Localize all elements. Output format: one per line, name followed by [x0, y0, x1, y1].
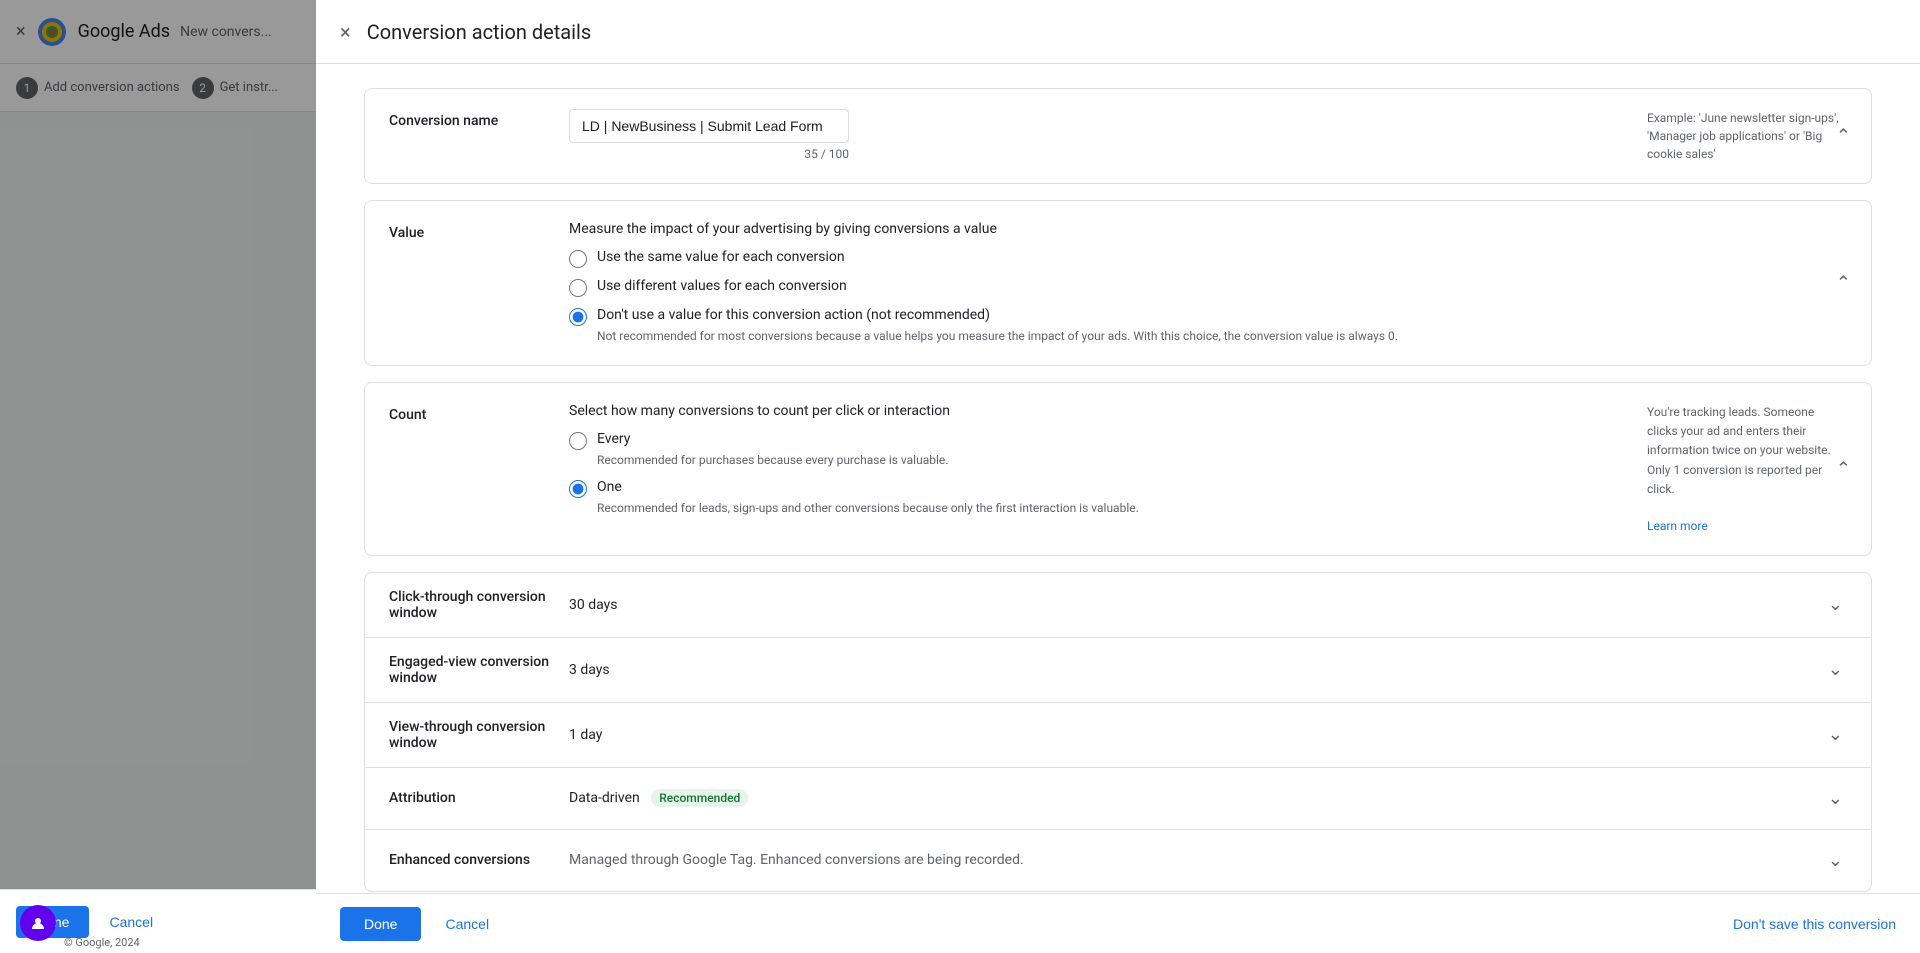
enhanced-conversions-value: Managed through Google Tag. Enhanced con…: [569, 852, 1824, 868]
count-radio-every[interactable]: [569, 432, 587, 450]
dialog-footer: Done Cancel Don't save this conversion: [316, 893, 1920, 953]
value-radio-different[interactable]: [569, 279, 587, 297]
click-through-value: 30 days: [569, 597, 1824, 613]
attribution-value-text: Data-driven: [569, 790, 640, 806]
example-text: Example: 'June newsletter sign-ups', 'Ma…: [1647, 111, 1839, 161]
footer-left: Done Cancel: [340, 907, 501, 941]
conversion-name-body: 35 / 100: [569, 109, 1623, 161]
enhanced-conversions-row: Enhanced conversions Managed through Goo…: [365, 829, 1871, 891]
footer-cancel-button[interactable]: Cancel: [433, 907, 501, 941]
engaged-view-value: 3 days: [569, 662, 1824, 678]
value-label: Value: [389, 221, 569, 241]
conversion-name-aside: Example: 'June newsletter sign-ups', 'Ma…: [1647, 109, 1847, 163]
count-option-one-label: One: [597, 479, 1139, 495]
value-option-different: Use different values for each conversion: [569, 278, 1623, 297]
value-radio-none[interactable]: [569, 308, 587, 326]
count-radio-one[interactable]: [569, 480, 587, 498]
count-body: Select how many conversions to count per…: [569, 403, 1623, 517]
count-option-one-sublabel: Recommended for leads, sign-ups and othe…: [597, 499, 1139, 517]
attribution-value: Data-driven Recommended: [569, 789, 1824, 807]
value-section: Value Measure the impact of your adverti…: [364, 200, 1872, 366]
value-description: Measure the impact of your advertising b…: [569, 221, 1623, 237]
value-radio-group: Use the same value for each conversion U…: [569, 249, 1623, 345]
value-option-same-label: Use the same value for each conversion: [597, 249, 845, 265]
value-body: Measure the impact of your advertising b…: [569, 221, 1623, 345]
conversion-name-label: Conversion name: [389, 109, 569, 129]
count-option-one: One Recommended for leads, sign-ups and …: [569, 479, 1623, 517]
conversion-name-chevron[interactable]: ⌃: [1832, 122, 1855, 151]
copyright-text: © Google, 2024: [64, 936, 140, 949]
count-description: Select how many conversions to count per…: [569, 403, 1623, 419]
attribution-row: Attribution Data-driven Recommended ⌄: [365, 767, 1871, 829]
conversion-action-dialog: × Conversion action details Conversion n…: [316, 0, 1920, 953]
count-row: Count Select how many conversions to cou…: [365, 383, 1871, 555]
dialog-title: Conversion action details: [367, 20, 592, 44]
enhanced-conversions-label: Enhanced conversions: [389, 852, 569, 868]
count-chevron[interactable]: ⌃: [1832, 454, 1855, 483]
view-through-label: View-through conversion window: [389, 719, 569, 751]
count-aside: You're tracking leads. Someone clicks yo…: [1647, 403, 1847, 535]
value-option-same: Use the same value for each conversion: [569, 249, 1623, 268]
attribution-label: Attribution: [389, 790, 569, 806]
enhanced-conversions-chevron[interactable]: ⌄: [1824, 846, 1847, 875]
value-row: Value Measure the impact of your adverti…: [365, 201, 1871, 365]
count-label: Count: [389, 403, 569, 423]
count-option-every: Every Recommended for purchases because …: [569, 431, 1623, 469]
click-through-chevron[interactable]: ⌄: [1824, 590, 1847, 619]
value-chevron[interactable]: ⌃: [1832, 269, 1855, 298]
dialog-header: × Conversion action details: [316, 0, 1920, 64]
click-through-label: Click-through conversion window: [389, 589, 569, 621]
view-through-row: View-through conversion window 1 day ⌄: [365, 702, 1871, 767]
window-attribution-card: Click-through conversion window 30 days …: [364, 572, 1872, 892]
value-option-none: Don't use a value for this conversion ac…: [569, 307, 1623, 345]
conversion-name-row: Conversion name 35 / 100 Example: 'June …: [365, 89, 1871, 183]
count-radio-group: Every Recommended for purchases because …: [569, 431, 1623, 517]
conversion-name-section: Conversion name 35 / 100 Example: 'June …: [364, 88, 1872, 184]
count-learn-more-link[interactable]: Learn more: [1647, 519, 1708, 533]
bg-cancel-button[interactable]: Cancel: [101, 906, 161, 938]
recommended-badge: Recommended: [651, 789, 748, 807]
value-option-none-label: Don't use a value for this conversion ac…: [597, 307, 1398, 323]
click-through-row: Click-through conversion window 30 days …: [365, 573, 1871, 637]
count-aside-text: You're tracking leads. Someone clicks yo…: [1647, 403, 1847, 499]
value-radio-same[interactable]: [569, 250, 587, 268]
count-option-every-sublabel: Recommended for purchases because every …: [597, 451, 948, 469]
view-through-value: 1 day: [569, 727, 1824, 743]
engaged-view-row: Engaged-view conversion window 3 days ⌄: [365, 637, 1871, 702]
footer-dont-save-button[interactable]: Don't save this conversion: [1733, 916, 1896, 932]
value-option-none-sublabel: Not recommended for most conversions bec…: [597, 327, 1398, 345]
purple-avatar: [20, 905, 56, 941]
engaged-view-chevron[interactable]: ⌄: [1824, 655, 1847, 684]
conversion-name-input[interactable]: [569, 109, 849, 143]
count-section: Count Select how many conversions to cou…: [364, 382, 1872, 556]
attribution-chevron[interactable]: ⌄: [1824, 784, 1847, 813]
count-option-every-label: Every: [597, 431, 948, 447]
view-through-chevron[interactable]: ⌄: [1824, 720, 1847, 749]
dialog-overlay: [0, 0, 316, 953]
dialog-content: Conversion name 35 / 100 Example: 'June …: [316, 64, 1920, 893]
footer-done-button[interactable]: Done: [340, 907, 421, 941]
engaged-view-label: Engaged-view conversion window: [389, 654, 569, 686]
value-option-different-label: Use different values for each conversion: [597, 278, 847, 294]
char-count: 35 / 100: [569, 147, 849, 161]
dialog-close-icon[interactable]: ×: [340, 22, 351, 42]
